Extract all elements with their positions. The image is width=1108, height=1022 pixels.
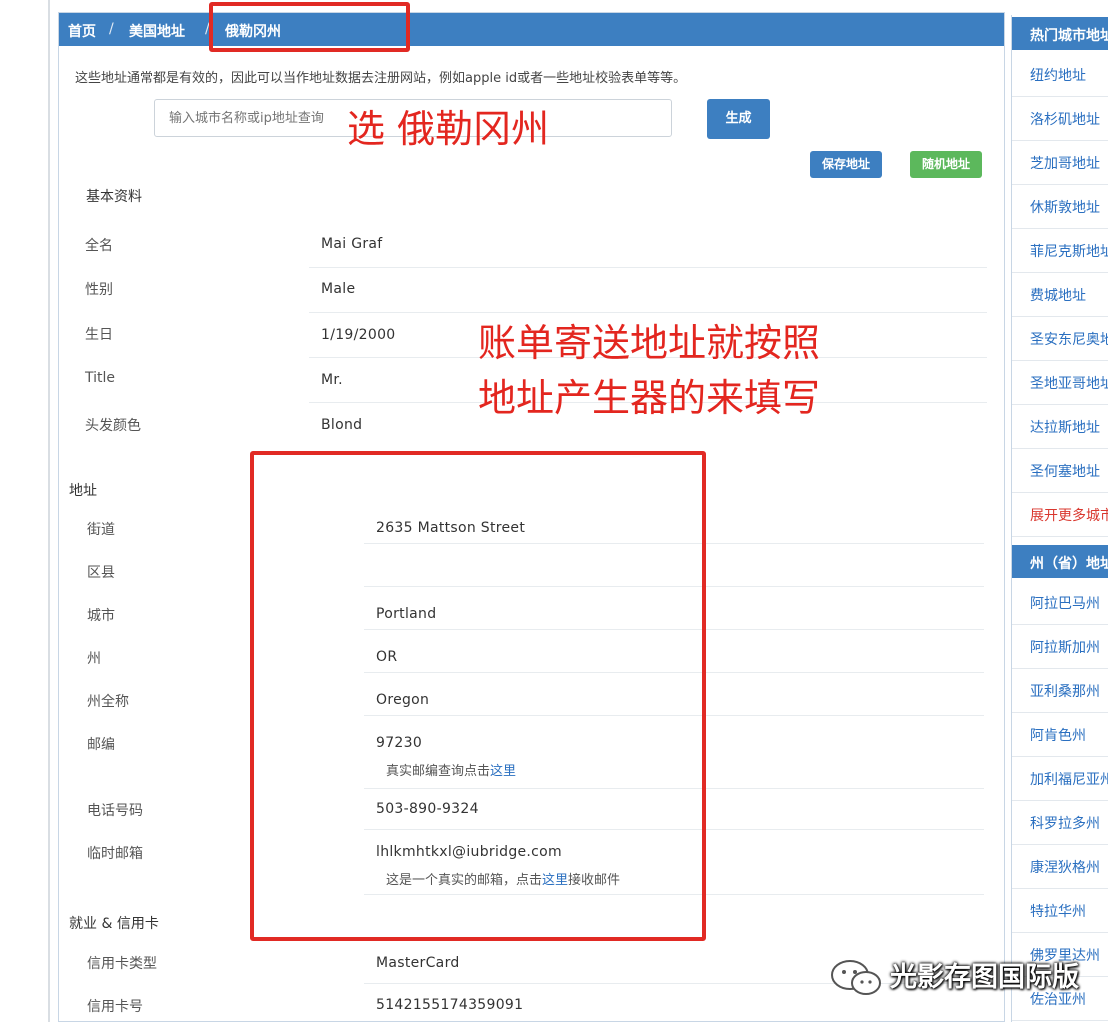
value-card-number: 5142155174359091 xyxy=(376,997,524,1013)
breadcrumb-highlight-box xyxy=(209,2,410,52)
sidebar-item-state[interactable]: 阿拉巴马州 xyxy=(1012,581,1108,625)
page-left-border xyxy=(48,0,50,1022)
sidebar-item-city[interactable]: 圣地亚哥地址 xyxy=(1012,361,1108,405)
sidebar-item-state[interactable]: 亚利桑那州 xyxy=(1012,669,1108,713)
sidebar: 热门城市地址 纽约地址 洛杉矶地址 芝加哥地址 休斯敦地址 菲尼克斯地址 费城地… xyxy=(1011,15,1108,1022)
annotation-select-state: 选 俄勒冈州 xyxy=(347,107,550,151)
generate-button[interactable]: 生成 xyxy=(707,99,770,139)
sidebar-item-state[interactable]: 阿拉斯加州 xyxy=(1012,625,1108,669)
divider xyxy=(309,267,987,268)
sidebar-item-state[interactable]: 加利福尼亚州 xyxy=(1012,757,1108,801)
divider xyxy=(309,312,987,313)
sidebar-item-city[interactable]: 圣安东尼奥地址 xyxy=(1012,317,1108,361)
label-card-type: 信用卡类型 xyxy=(87,956,157,972)
save-address-button[interactable]: 保存地址 xyxy=(810,151,882,178)
label-hair-color: 头发颜色 xyxy=(85,418,141,434)
sidebar-more-cities-link[interactable]: 展开更多城市 xyxy=(1012,493,1108,537)
label-temp-email: 临时邮箱 xyxy=(87,846,143,862)
sidebar-item-city[interactable]: 费城地址 xyxy=(1012,273,1108,317)
label-zip: 邮编 xyxy=(87,737,115,753)
value-gender: Male xyxy=(321,281,356,297)
address-highlight-box xyxy=(250,451,706,941)
section-employment-title: 就业 & 信用卡 xyxy=(69,916,159,932)
label-street: 街道 xyxy=(87,522,115,538)
sidebar-item-city[interactable]: 洛杉矶地址 xyxy=(1012,97,1108,141)
sidebar-item-state[interactable]: 特拉华州 xyxy=(1012,889,1108,933)
value-title: Mr. xyxy=(321,372,343,388)
section-address-title: 地址 xyxy=(69,483,97,499)
sidebar-item-state[interactable]: 科罗拉多州 xyxy=(1012,801,1108,845)
sidebar-item-city[interactable]: 芝加哥地址 xyxy=(1012,141,1108,185)
label-state: 州 xyxy=(87,651,101,667)
intro-text: 这些地址通常都是有效的，因此可以当作地址数据去注册网站，例如apple id或者… xyxy=(75,71,687,86)
label-card-number: 信用卡号 xyxy=(87,999,143,1015)
label-birthday: 生日 xyxy=(85,327,113,343)
sidebar-item-city[interactable]: 菲尼克斯地址 xyxy=(1012,229,1108,273)
label-full-name: 全名 xyxy=(85,238,113,254)
breadcrumb-separator: / xyxy=(109,21,114,37)
sidebar-item-city[interactable]: 纽约地址 xyxy=(1012,53,1108,97)
breadcrumb-home[interactable]: 首页 xyxy=(68,21,96,41)
annotation-billing-line1: 账单寄送地址就按照 xyxy=(478,321,821,365)
value-full-name: Mai Graf xyxy=(321,236,383,252)
label-county: 区县 xyxy=(87,565,115,581)
value-card-type: MasterCard xyxy=(376,955,460,971)
sidebar-item-city[interactable]: 达拉斯地址 xyxy=(1012,405,1108,449)
value-birthday: 1/19/2000 xyxy=(321,327,396,343)
sidebar-states-title: 州（省）地址 xyxy=(1012,545,1108,578)
label-title: Title xyxy=(85,370,116,386)
chat-bubble-icon xyxy=(831,960,881,995)
sidebar-item-city[interactable]: 圣何塞地址 xyxy=(1012,449,1108,493)
sidebar-item-state[interactable]: 康涅狄格州 xyxy=(1012,845,1108,889)
sidebar-item-state[interactable]: 阿肯色州 xyxy=(1012,713,1108,757)
label-phone: 电话号码 xyxy=(87,803,143,819)
section-basic-title: 基本资料 xyxy=(86,189,142,205)
sidebar-item-city[interactable]: 休斯敦地址 xyxy=(1012,185,1108,229)
breadcrumb-us-address[interactable]: 美国地址 xyxy=(129,21,185,41)
value-hair-color: Blond xyxy=(321,417,363,433)
breadcrumb: 首页 / 美国地址 / 俄勒冈州 xyxy=(59,13,1004,46)
label-gender: 性别 xyxy=(85,282,113,298)
watermark-text: 光影存图国际版 xyxy=(890,962,1079,993)
annotation-billing-line2: 地址产生器的来填写 xyxy=(478,376,821,420)
sidebar-hot-cities-title: 热门城市地址 xyxy=(1012,17,1108,50)
label-city: 城市 xyxy=(87,608,115,624)
label-state-full: 州全称 xyxy=(87,694,129,710)
random-address-button[interactable]: 随机地址 xyxy=(910,151,982,178)
